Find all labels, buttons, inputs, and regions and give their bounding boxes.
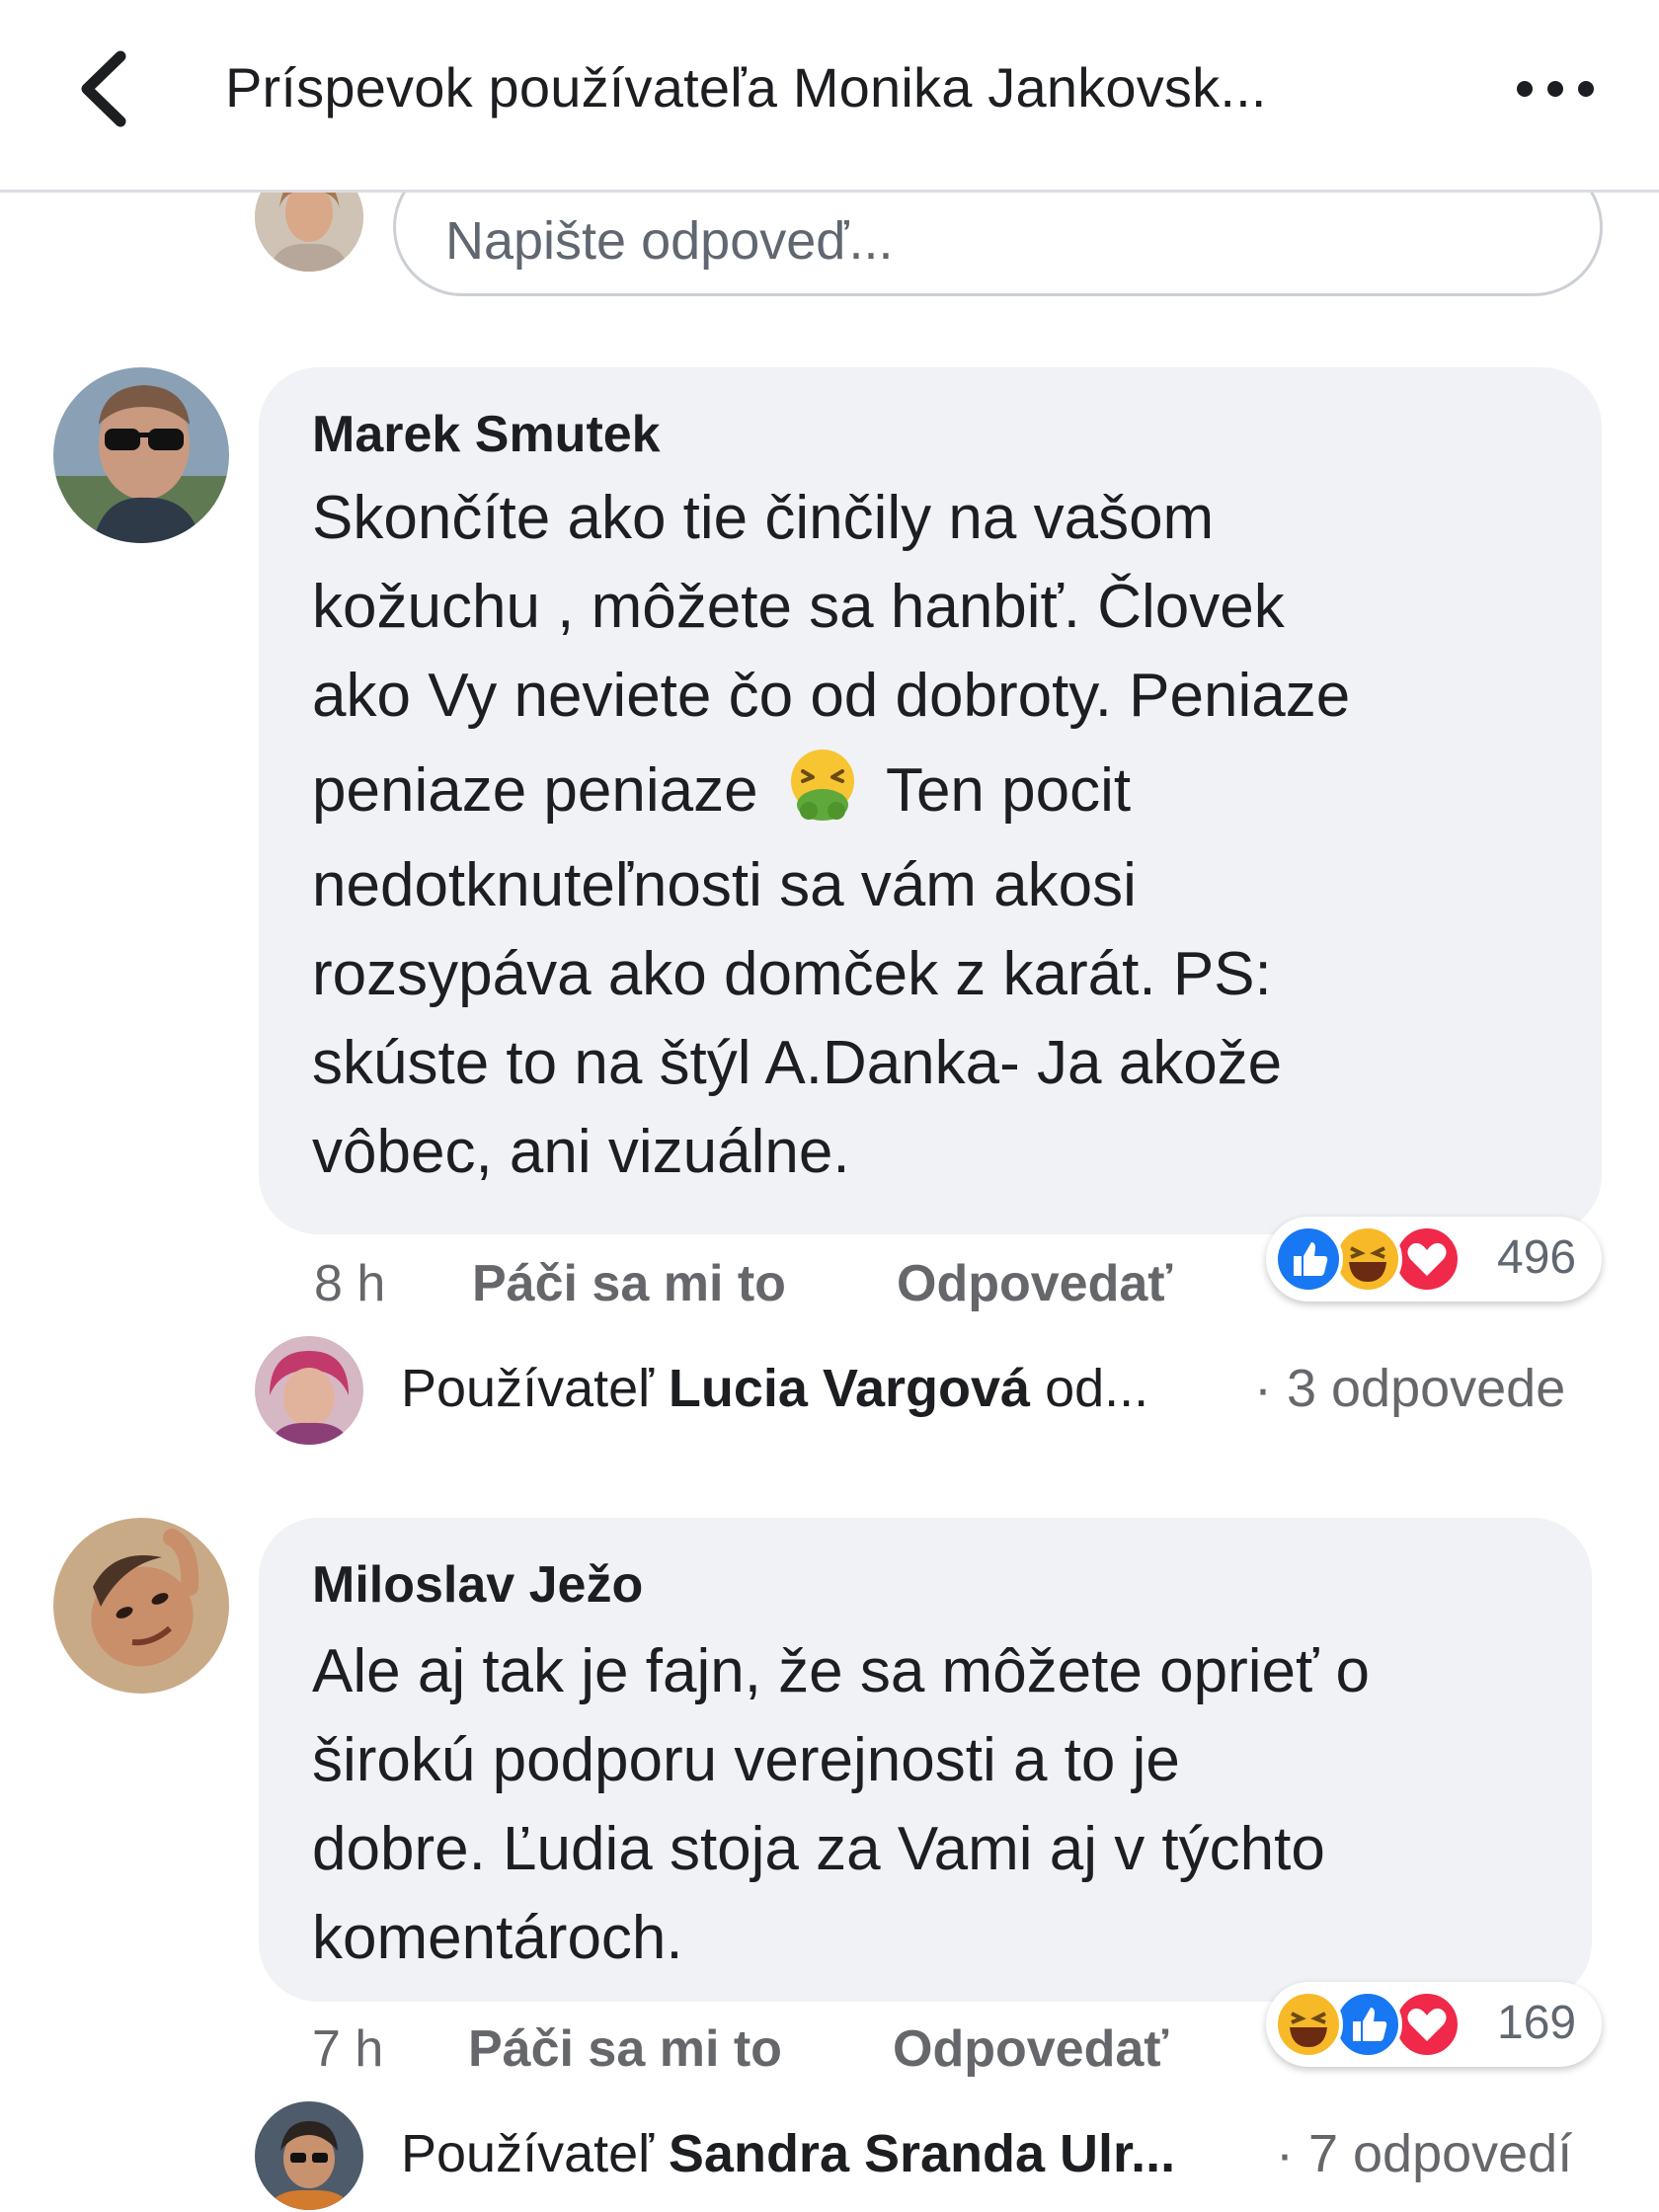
page-title: Príspevok používateľa Monika Jankovsk...: [225, 56, 1267, 118]
top-bar: Príspevok používateľa Monika Jankovsk...: [0, 0, 1659, 193]
reply-button[interactable]: Odpovedať: [897, 1254, 1172, 1313]
like-button[interactable]: Páči sa mi to: [472, 1254, 786, 1313]
comment-line: kožuchu , môžete sa hanbiť. Človek: [312, 573, 1285, 641]
like-button[interactable]: Páči sa mi to: [468, 2019, 782, 2079]
comment-line: ako Vy neviete čo od dobroty. Peniaze: [312, 662, 1351, 730]
more-dot: [1547, 81, 1563, 97]
comment-line: skúste to na štýl A.Danka- Ja akože: [312, 1029, 1283, 1097]
replies-author: Sandra Sranda Ulr...: [668, 2124, 1176, 2183]
replies-prefix: Používateľ: [401, 2124, 669, 2183]
replies-count: · 7 odpovedí: [1276, 2124, 1573, 2183]
comment-line: vôbec, ani vizuálne.: [312, 1118, 850, 1186]
comment-text: Skončíte ako tie činčily na vašom kožuch…: [312, 474, 1586, 1197]
haha-reaction-icon: [1333, 1224, 1402, 1294]
love-reaction-icon: [1392, 1990, 1462, 2059]
comment-text: Ale aj tak je fajn, že sa môžete oprieť …: [312, 1627, 1586, 1983]
comment-line: peniaze peniaze Ten pocit: [312, 741, 1586, 841]
comment-line-part: peniaze peniaze: [312, 756, 758, 825]
comment-line: Ale aj tak je fajn, že sa môžete oprieť …: [312, 1637, 1370, 1705]
avatar[interactable]: [53, 367, 229, 543]
comment-line: dobre. Ľudia stoja za Vami aj v týchto: [312, 1815, 1325, 1883]
replies-prefix: Používateľ: [401, 1359, 669, 1418]
reaction-summary[interactable]: 169: [1266, 1982, 1602, 2067]
comment-line: nedotknuteľnosti sa vám akosi: [312, 851, 1137, 919]
comment-line: Skončíte ako tie činčily na vašom: [312, 484, 1215, 552]
love-reaction-icon: [1392, 1224, 1462, 1294]
like-reaction-icon: [1333, 1990, 1402, 2059]
replies-count: · 3 odpovede: [1254, 1359, 1566, 1418]
comment-author[interactable]: Marek Smutek: [312, 405, 661, 464]
chevron-left-icon: [81, 50, 126, 127]
comment-line: rozsypáva ako domček z karát. PS:: [312, 940, 1272, 1008]
comment-author[interactable]: Miloslav Ježo: [312, 1555, 643, 1615]
more-horizontal-icon: [1517, 81, 1533, 97]
comment-timestamp: 8 h: [314, 1255, 386, 1312]
reaction-count: 169: [1497, 1997, 1577, 2049]
more-options-button[interactable]: [1511, 59, 1600, 118]
replies-summary: Používateľ Lucia Vargová od...: [401, 1358, 1148, 1419]
comment-timestamp: 7 h: [312, 2020, 384, 2078]
reaction-summary[interactable]: 496: [1266, 1217, 1602, 1302]
haha-reaction-icon: [1274, 1990, 1343, 2059]
replies-suffix: od...: [1030, 1359, 1149, 1418]
like-reaction-icon: [1274, 1224, 1343, 1294]
more-dot: [1578, 81, 1594, 97]
reply-button[interactable]: Odpovedať: [893, 2019, 1168, 2079]
avatar[interactable]: [53, 1518, 229, 1694]
vomiting-face-icon: [790, 750, 854, 821]
comment-line: širokú podporu verejnosti a to je: [312, 1726, 1180, 1794]
replies-link[interactable]: Používateľ Lucia Vargová od... · 3 odpov…: [255, 1336, 1608, 1445]
replies-author: Lucia Vargová: [668, 1359, 1031, 1418]
comment-line: komentároch.: [312, 1904, 683, 1972]
replies-summary: Používateľ Sandra Sranda Ulr...: [401, 2123, 1175, 2184]
comment-line-part: Ten pocit: [885, 756, 1132, 825]
replies-link[interactable]: Používateľ Sandra Sranda Ulr... · 7 odpo…: [255, 2101, 1608, 2210]
reaction-count: 496: [1497, 1231, 1577, 1284]
avatar: [255, 1336, 363, 1445]
back-button[interactable]: [69, 44, 138, 133]
avatar: [255, 2101, 363, 2210]
